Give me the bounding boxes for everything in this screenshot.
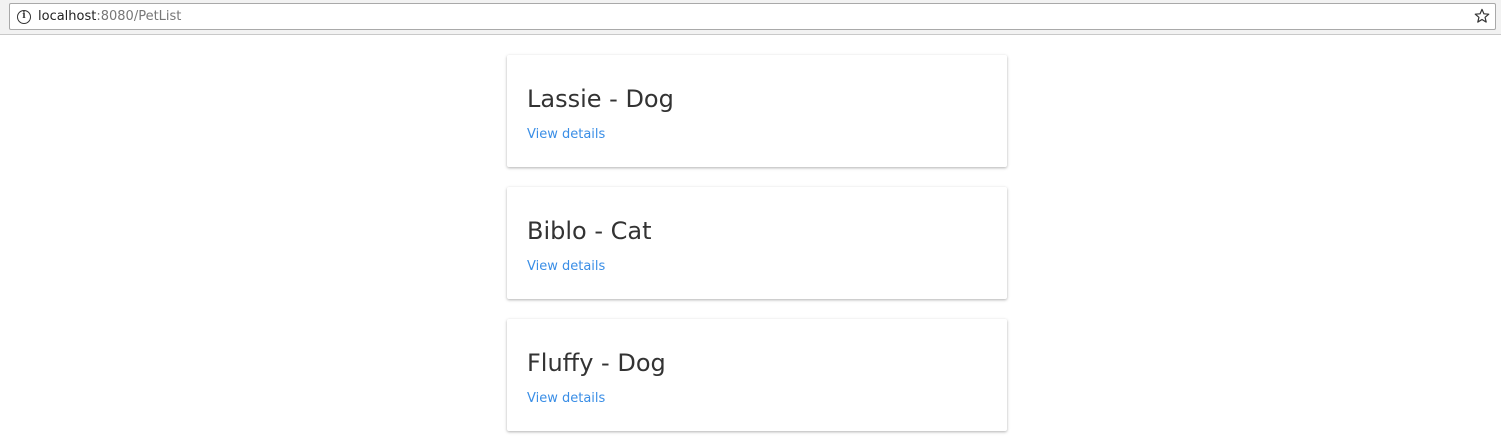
view-details-link[interactable]: View details xyxy=(527,391,605,406)
pet-title: Lassie - Dog xyxy=(527,85,674,113)
star-icon[interactable] xyxy=(1473,7,1491,25)
url-text[interactable]: localhost:8080/PetList xyxy=(38,9,181,24)
pet-title: Fluffy - Dog xyxy=(527,349,666,377)
info-icon[interactable]: i xyxy=(17,9,31,24)
url-host: localhost xyxy=(38,9,97,24)
url-path: :8080/PetList xyxy=(96,9,182,24)
pet-card-biblo: Biblo - Cat View details xyxy=(507,187,1007,299)
pet-title: Biblo - Cat xyxy=(527,217,652,245)
pet-card-fluffy: Fluffy - Dog View details xyxy=(507,319,1007,431)
pet-card-lassie: Lassie - Dog View details xyxy=(507,55,1007,167)
pet-list: Lassie - Dog View details Biblo - Cat Vi… xyxy=(0,35,1501,442)
view-details-link[interactable]: View details xyxy=(527,127,605,142)
address-bar[interactable]: i localhost:8080/PetList xyxy=(9,3,1496,30)
view-details-link[interactable]: View details xyxy=(527,259,605,274)
browser-toolbar: i localhost:8080/PetList xyxy=(0,0,1501,35)
